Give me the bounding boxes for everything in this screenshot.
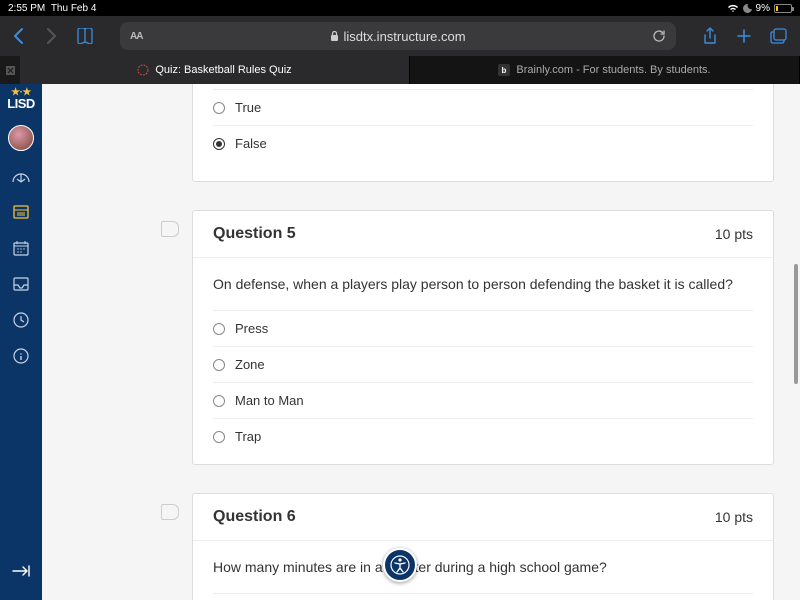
q5-points: 10 pts <box>715 226 753 242</box>
question-card-4: True False <box>192 84 774 182</box>
ipad-status-bar: 2:55 PM Thu Feb 4 9% <box>0 0 800 16</box>
url-bar[interactable]: AA lisdtx.instructure.com <box>120 22 676 50</box>
tab-strip: Quiz: Basketball Rules Quiz b Brainly.co… <box>0 56 800 84</box>
canvas-sidebar: ★·★ LISD <box>0 84 42 600</box>
bookmarks-button[interactable] <box>76 28 94 44</box>
svg-text:b: b <box>502 66 507 75</box>
q6-title: Question 6 <box>213 508 296 526</box>
q5-option-press[interactable]: Press <box>213 310 753 346</box>
radio-icon <box>213 359 225 371</box>
radio-icon <box>213 323 225 335</box>
safari-toolbar: AA lisdtx.instructure.com <box>0 16 800 56</box>
back-button[interactable] <box>12 27 26 45</box>
canvas-favicon-icon <box>137 64 149 76</box>
tabs-button[interactable] <box>770 28 788 44</box>
q6-points: 10 pts <box>715 509 753 525</box>
scrollbar[interactable] <box>794 264 798 384</box>
dashboard-icon[interactable] <box>10 165 32 187</box>
q5-text: On defense, when a players play person t… <box>213 276 753 292</box>
status-time: 2:55 PM Thu Feb 4 <box>8 3 96 14</box>
avatar[interactable] <box>8 125 34 151</box>
flag-question-button[interactable] <box>161 221 179 237</box>
history-icon[interactable] <box>10 309 32 331</box>
q5-title: Question 5 <box>213 225 296 243</box>
accessibility-button[interactable] <box>383 548 417 582</box>
battery-percent: 9% <box>756 3 770 14</box>
q6-text: How many minutes are in a quarter during… <box>213 559 753 575</box>
question-card-6: Question 6 10 pts How many minutes are i… <box>192 493 774 600</box>
lock-icon <box>330 31 339 42</box>
reload-button[interactable] <box>652 29 666 43</box>
q5-option-trap[interactable]: Trap <box>213 418 753 454</box>
brainly-favicon-icon: b <box>498 64 510 76</box>
url-host: lisdtx.instructure.com <box>343 29 465 44</box>
close-tab-button[interactable] <box>0 56 20 84</box>
share-button[interactable] <box>702 27 718 45</box>
radio-icon <box>213 102 225 114</box>
q6-option-8min[interactable]: 8 minutes <box>213 593 753 600</box>
q5-option-zone[interactable]: Zone <box>213 346 753 382</box>
inbox-icon[interactable] <box>10 273 32 295</box>
moon-icon <box>743 4 752 13</box>
battery-icon <box>774 4 792 13</box>
q4-option-false[interactable]: False <box>213 125 753 161</box>
collapse-sidebar-icon[interactable] <box>10 560 32 582</box>
radio-icon <box>213 395 225 407</box>
tab-quiz[interactable]: Quiz: Basketball Rules Quiz <box>20 56 410 84</box>
q5-option-man[interactable]: Man to Man <box>213 382 753 418</box>
tab-quiz-title: Quiz: Basketball Rules Quiz <box>155 64 291 76</box>
lisd-logo[interactable]: ★·★ LISD <box>7 90 35 111</box>
calendar-icon[interactable] <box>10 237 32 259</box>
flag-question-button[interactable] <box>161 504 179 520</box>
help-icon[interactable] <box>10 345 32 367</box>
tab-brainly-title: Brainly.com - For students. By students. <box>516 64 710 76</box>
new-tab-button[interactable] <box>736 28 752 44</box>
courses-icon[interactable] <box>10 201 32 223</box>
quiz-content: True False Question 5 10 pts On defense,… <box>42 84 800 600</box>
tab-brainly[interactable]: b Brainly.com - For students. By student… <box>410 56 800 84</box>
reader-aa-button[interactable]: AA <box>130 31 142 42</box>
q4-option-true[interactable]: True <box>213 89 753 125</box>
radio-selected-icon <box>213 138 225 150</box>
wifi-icon <box>727 4 739 13</box>
question-card-5: Question 5 10 pts On defense, when a pla… <box>192 210 774 465</box>
radio-icon <box>213 431 225 443</box>
forward-button[interactable] <box>44 27 58 45</box>
